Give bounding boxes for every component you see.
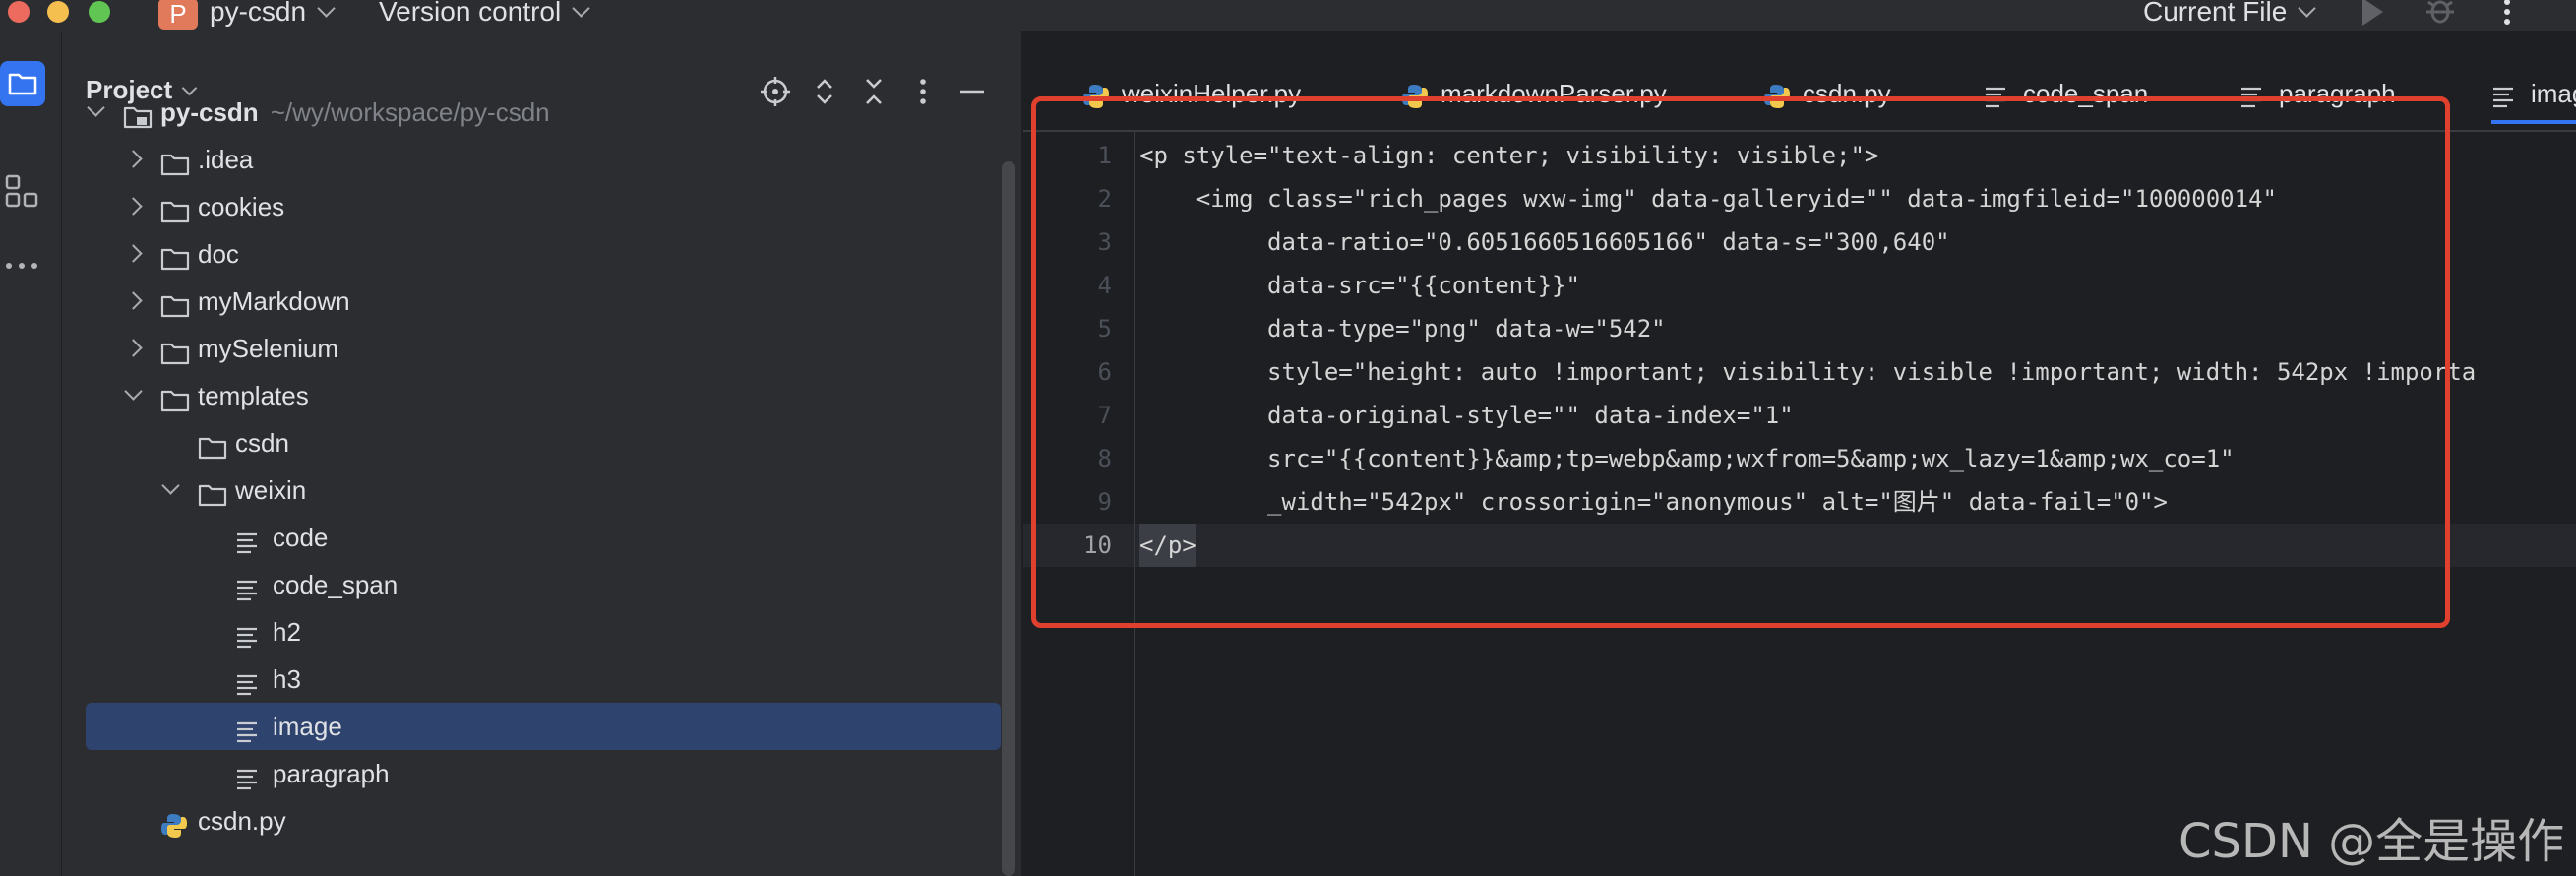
tree-item-label: mySelenium [198, 334, 339, 363]
version-control-menu[interactable]: Version control [379, 0, 590, 28]
folder-icon [198, 437, 227, 460]
tree-item-py-csdn[interactable]: py-csdn ~/wy/workspace/py-csdn [86, 89, 1001, 136]
folder-icon [160, 295, 190, 318]
tab-icon [2491, 79, 2517, 124]
folder-icon [160, 201, 190, 223]
tree-item-doc[interactable]: doc [86, 230, 1001, 278]
tree-item-h2[interactable]: h2 [86, 608, 1001, 656]
tree-item-code[interactable]: code [86, 514, 1001, 561]
tree-item-label: code [273, 523, 329, 552]
tree-item-label: h2 [273, 617, 301, 647]
tree-item-templates[interactable]: templates [86, 372, 1001, 419]
project-tool-window: Project py-csdn ~/wy/workspace/py-csdn .id… [62, 31, 1023, 876]
debug-icon[interactable] [2424, 0, 2456, 30]
tree-item-weixin[interactable]: weixin [86, 467, 1001, 514]
chevron-right-icon[interactable] [124, 244, 143, 263]
title-bar: P py-csdn Version control Current File [0, 0, 2576, 32]
tree-item-cookies[interactable]: cookies [86, 183, 1001, 230]
python-file-icon [161, 814, 187, 838]
tree-item-label: csdn [235, 428, 289, 458]
tree-item-label: csdn.py [198, 806, 286, 836]
tree-item-path: ~/wy/workspace/py-csdn [270, 97, 550, 127]
text-file-icon [2493, 87, 2513, 108]
tree-item-code-span[interactable]: code_span [86, 561, 1001, 608]
tool-window-strip [0, 31, 62, 876]
more-tools-icon[interactable] [4, 256, 39, 276]
text-file-icon [237, 674, 257, 696]
folder-icon [8, 73, 37, 95]
tree-item-label: h3 [273, 664, 301, 694]
text-file-icon [237, 627, 257, 649]
text-file-icon [237, 769, 257, 790]
structure-icon[interactable] [4, 173, 39, 209]
tree-item-label: .idea [198, 145, 254, 174]
folder-module-icon [123, 106, 153, 129]
run-configuration-label: Current File [2143, 0, 2288, 27]
chevron-down-icon[interactable] [87, 98, 105, 117]
version-control-label: Version control [379, 0, 562, 27]
tree-item-label: templates [198, 381, 309, 410]
editor-tab[interactable]: imag [2491, 71, 2576, 124]
close-window-button[interactable] [8, 1, 30, 23]
chevron-down-icon [572, 0, 590, 18]
folder-icon [160, 343, 190, 365]
chevron-down-icon[interactable] [161, 476, 180, 495]
tree-item-label: py-csdn ~/wy/workspace/py-csdn [160, 97, 550, 127]
tree-item-label: doc [198, 239, 239, 269]
tree-item-idea[interactable]: .idea [86, 136, 1001, 183]
tree-item-label: cookies [198, 192, 285, 221]
chevron-right-icon[interactable] [124, 291, 143, 310]
tree-item-h3[interactable]: h3 [86, 656, 1001, 703]
highlight-annotation-box [1031, 96, 2450, 628]
chevron-down-icon [2298, 0, 2316, 18]
project-switcher[interactable]: py-csdn [210, 0, 336, 28]
project-name: py-csdn [210, 0, 307, 27]
tree-item-image[interactable]: image [86, 703, 1001, 750]
more-options-icon[interactable] [2497, 0, 2517, 30]
run-configuration-selector[interactable]: Current File [2143, 0, 2316, 28]
minimize-window-button[interactable] [47, 1, 69, 23]
tree-item-label: code_span [273, 570, 399, 599]
chevron-down-icon[interactable] [124, 382, 143, 401]
folder-icon [160, 248, 190, 271]
chevron-down-icon [317, 0, 336, 18]
folder-icon [160, 154, 190, 176]
tree-item-label: paragraph [273, 759, 390, 788]
chevron-right-icon[interactable] [124, 150, 143, 168]
tree-item-myselenium[interactable]: mySelenium [86, 325, 1001, 372]
tree-item-csdn[interactable]: csdn [86, 419, 1001, 467]
folder-icon [198, 484, 227, 507]
text-file-icon [237, 532, 257, 554]
chevron-right-icon[interactable] [124, 339, 143, 357]
text-file-icon [237, 721, 257, 743]
text-file-icon [237, 580, 257, 601]
project-tree-scrollbar[interactable] [1002, 161, 1015, 876]
run-icon[interactable] [2358, 0, 2387, 30]
project-tool-button[interactable] [0, 61, 45, 106]
tree-item-paragraph[interactable]: paragraph [86, 750, 1001, 797]
maximize-window-button[interactable] [89, 1, 110, 23]
watermark: CSDN @全是操作 [2178, 814, 2565, 869]
tree-item-label: myMarkdown [198, 286, 350, 316]
chevron-right-icon[interactable] [124, 197, 143, 216]
tree-item-mymarkdown[interactable]: myMarkdown [86, 278, 1001, 325]
folder-icon [160, 390, 190, 412]
tree-item-label: weixin [235, 475, 307, 505]
tree-item-csdn-py[interactable]: csdn.py [86, 797, 1001, 845]
tree-item-label: image [273, 712, 342, 741]
project-badge-icon: P [158, 0, 198, 30]
tree-item-icon [160, 807, 188, 854]
editor-tab-label: imag [2531, 79, 2576, 108]
